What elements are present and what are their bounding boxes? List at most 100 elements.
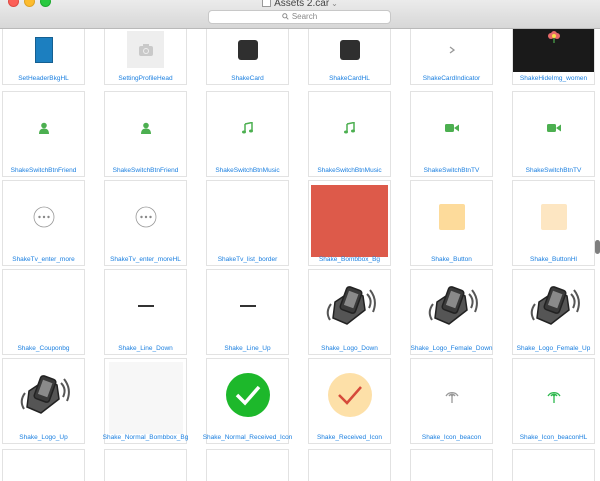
asset-name-label: Shake_Icon_beaconHL <box>519 434 588 441</box>
dark-square <box>309 29 390 72</box>
asset-name-label: Shake_Icon_beacon <box>421 434 482 441</box>
asset-preview <box>411 450 492 481</box>
asset-cell[interactable]: ShakeSwitchBtnMusic <box>308 91 391 177</box>
asset-cell[interactable]: Shake_Normal_Bombbox_Bg <box>103 358 188 444</box>
light-square <box>105 359 186 434</box>
asset-cell[interactable]: Shake_Line_Down <box>104 269 187 355</box>
asset-cell[interactable]: Shake_Icon_beaconHL <box>512 358 595 444</box>
camera-icon <box>105 29 186 72</box>
document-icon <box>262 0 272 7</box>
asset-cell[interactable]: ShakeSwitchBtnTV <box>410 91 493 177</box>
asset-preview <box>3 450 84 481</box>
asset-cell[interactable] <box>410 449 493 481</box>
asset-name-label: Shake_Received_Icon <box>316 434 383 441</box>
asset-cell[interactable]: Shake_Normal_Received_Icon <box>203 358 292 444</box>
asset-cell[interactable]: ShakeCardHL <box>308 29 391 85</box>
asset-cell[interactable]: ShakeSwitchBtnTV <box>512 91 595 177</box>
asset-cell[interactable]: Shake_Logo_Down <box>308 269 391 355</box>
asset-cell[interactable]: Shake_Button <box>410 180 493 266</box>
asset-name-label: Shake_Couponbg <box>17 345 70 352</box>
window-title[interactable]: Assets 2.car ⌄ <box>0 0 600 9</box>
flower-icon <box>513 29 594 72</box>
video-camera-icon <box>411 92 492 164</box>
asset-name-label: Shake_Bombbox_Bg <box>318 256 381 263</box>
asset-cell[interactable]: ShakeTv_enter_more <box>2 180 85 266</box>
asset-cell[interactable]: Shake_Bombbox_Bg <box>308 180 391 266</box>
asset-cell[interactable]: Shake_Logo_Female_Down <box>410 269 493 355</box>
asset-name-label: ShakeSwitchBtnTV <box>423 167 480 174</box>
person-icon <box>3 92 84 164</box>
music-note-icon <box>309 92 390 164</box>
music-note-icon <box>207 92 288 164</box>
person-icon <box>105 92 186 164</box>
asset-preview <box>513 450 594 481</box>
blue-rectangle <box>3 29 84 72</box>
asset-cell[interactable]: Shake_Icon_beacon <box>410 358 493 444</box>
asset-name-label: Shake_Logo_Female_Up <box>516 345 591 352</box>
asset-cell[interactable]: ShakeCardIndicator <box>410 29 493 85</box>
asset-cell[interactable]: ShakeHideImg_women <box>512 29 595 85</box>
chevron-down-icon: ⌄ <box>331 0 338 8</box>
asset-cell[interactable] <box>2 449 85 481</box>
scrollbar-thumb[interactable] <box>595 240 600 254</box>
asset-cell[interactable] <box>308 449 391 481</box>
asset-cell[interactable]: ShakeSwitchBtnFriend <box>2 91 85 177</box>
asset-preview <box>207 181 288 253</box>
asset-cell[interactable] <box>206 449 289 481</box>
asset-cell[interactable]: ShakeSwitchBtnFriend <box>104 91 187 177</box>
asset-name-label: ShakeSwitchBtnMusic <box>317 167 382 174</box>
asset-grid: SetHeaderBkgHL SettingProfileHead ShakeCar… <box>0 29 600 481</box>
search-placeholder: Search <box>291 12 318 21</box>
asset-name-label: ShakeTv_enter_moreHL <box>110 256 181 263</box>
shake-phone-hand-icon <box>3 359 84 431</box>
asset-cell[interactable] <box>104 449 187 481</box>
asset-name-label: Shake_Line_Up <box>224 345 271 352</box>
asset-cell[interactable]: Shake_Received_Icon <box>308 358 391 444</box>
dark-square <box>207 29 288 72</box>
peach-square <box>411 181 492 253</box>
search-icon <box>282 13 289 20</box>
asset-name-label: ShakeSwitchBtnFriend <box>112 167 179 174</box>
asset-cell[interactable]: Shake_ButtonHl <box>512 180 595 266</box>
dash-line <box>207 270 288 342</box>
asset-cell[interactable]: Shake_Logo_Up <box>2 358 85 444</box>
asset-cell[interactable]: ShakeTv_enter_moreHL <box>104 180 187 266</box>
asset-name-label: ShakeCard <box>231 75 264 82</box>
asset-name-label: Shake_Logo_Up <box>19 434 68 441</box>
green-check-circle-icon <box>207 359 288 431</box>
asset-cell[interactable]: ShakeCard <box>206 29 289 85</box>
peach-check-circle-icon <box>309 359 390 431</box>
window-titlebar: Assets 2.car ⌄ Search <box>0 0 600 29</box>
asset-cell[interactable]: SetHeaderBkgHL <box>2 29 85 85</box>
asset-name-label: Shake_Normal_Received_Icon <box>202 434 293 441</box>
asset-name-label: Shake_Logo_Down <box>321 345 378 352</box>
asset-cell[interactable]: ShakeSwitchBtnMusic <box>206 91 289 177</box>
asset-cell[interactable]: Shake_Line_Up <box>206 269 289 355</box>
shake-phone-hand-icon <box>513 270 594 342</box>
beacon-green-icon <box>513 359 594 431</box>
beacon-icon <box>411 359 492 431</box>
asset-cell[interactable]: ShakeTv_list_border <box>206 180 289 266</box>
asset-cell[interactable]: Shake_Couponbg <box>2 269 85 355</box>
asset-cell[interactable]: Shake_Logo_Female_Up <box>512 269 595 355</box>
more-circle-icon <box>105 181 186 253</box>
search-field[interactable]: Search <box>208 10 391 24</box>
chevron-right-icon <box>411 29 492 72</box>
asset-name-label: Shake_Button <box>431 256 472 263</box>
asset-name-label: Shake_ButtonHl <box>530 256 577 263</box>
asset-preview <box>105 450 186 481</box>
asset-name-label: ShakeSwitchBtnTV <box>525 167 582 174</box>
shake-phone-hand-icon <box>411 270 492 342</box>
asset-cell[interactable]: SettingProfileHead <box>104 29 187 85</box>
asset-name-label: Shake_Line_Down <box>118 345 173 352</box>
asset-name-label: SettingProfileHead <box>118 75 173 82</box>
dash-line <box>105 270 186 342</box>
asset-preview <box>207 450 288 481</box>
asset-cell[interactable] <box>512 449 595 481</box>
asset-name-label: Shake_Normal_Bombbox_Bg <box>102 434 189 441</box>
video-camera-icon <box>513 92 594 164</box>
asset-preview <box>309 450 390 481</box>
asset-name-label: ShakeCardIndicator <box>422 75 481 82</box>
asset-name-label: ShakeSwitchBtnFriend <box>10 167 77 174</box>
asset-name-label: ShakeTv_enter_more <box>12 256 75 263</box>
